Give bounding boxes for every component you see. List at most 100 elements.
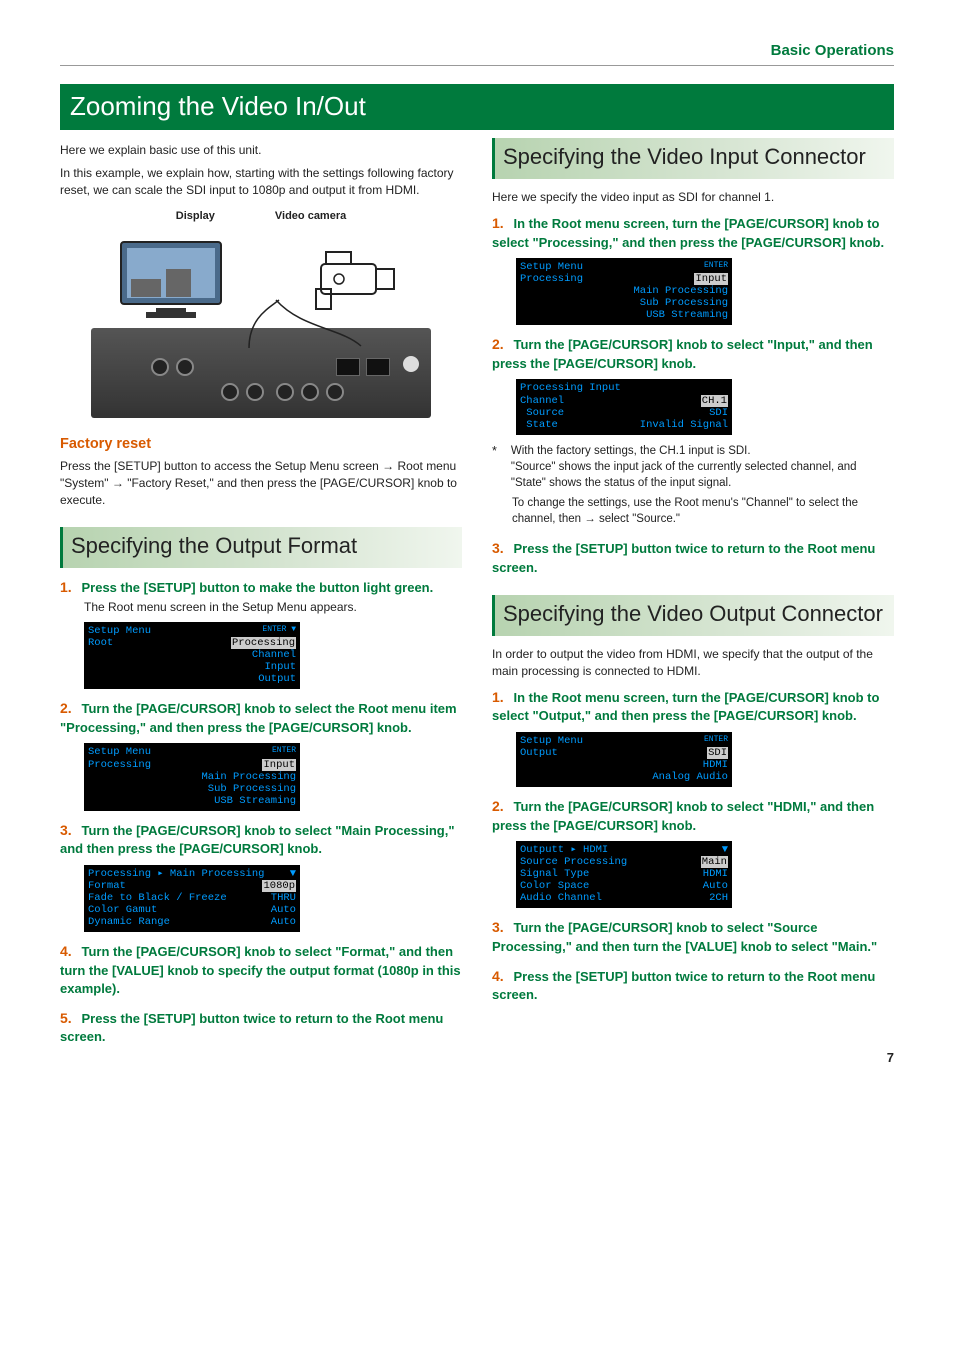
step-heading: Press the [SETUP] button twice to return… — [492, 541, 875, 575]
arrow-icon: → — [382, 459, 394, 473]
menu-enter: ENTER — [704, 261, 728, 273]
menu-screenshot-root: Setup MenuENTER ▼RootProcessingChannelIn… — [84, 622, 300, 689]
page-title: Zooming the Video In/Out — [60, 84, 894, 130]
step-heading: Press the [SETUP] button twice to return… — [492, 969, 875, 1003]
menu-arrow: ▼ — [290, 868, 296, 880]
menu-item: Main Processing — [633, 285, 728, 297]
display-label: Display — [176, 209, 215, 224]
step-number: 1. — [60, 578, 78, 598]
menu-item: Channel — [252, 649, 296, 661]
step-number: 3. — [492, 918, 510, 938]
menu-arrow: ▼ — [722, 844, 728, 856]
menu-left: Processing — [88, 759, 151, 771]
list-item: 4. Press the [SETUP] button twice to ret… — [492, 967, 894, 1005]
menu-screenshot-processing: Setup MenuENTERProcessingInputMain Proce… — [84, 743, 300, 810]
menu-item: Processing — [231, 637, 296, 649]
step-heading: Press the [SETUP] button twice to return… — [60, 1011, 443, 1045]
menu-item: Main Processing — [201, 771, 296, 783]
page-number: 7 — [887, 1049, 894, 1067]
menu-item: USB Streaming — [646, 309, 728, 321]
menu-title: Setup Menu — [520, 261, 583, 273]
step-number: 1. — [492, 688, 510, 708]
menu-key: Source Processing — [520, 856, 627, 868]
section-header: Basic Operations — [60, 40, 894, 66]
menu-item: USB Streaming — [214, 795, 296, 807]
arrow-icon: → — [112, 476, 124, 490]
menu-val: Auto — [271, 904, 296, 916]
device-rear-panel — [91, 328, 431, 418]
step-number: 3. — [60, 821, 78, 841]
menu-val: Auto — [703, 880, 728, 892]
menu-enter: ENTER — [272, 746, 296, 758]
menu-key: State — [520, 419, 558, 431]
menu-key: Audio Channel — [520, 892, 602, 904]
list-item: 2. Turn the [PAGE/CURSOR] knob to select… — [492, 797, 894, 908]
menu-val: Main — [701, 856, 728, 868]
menu-item: Analog Audio — [652, 771, 728, 783]
output-format-heading: Specifying the Output Format — [60, 527, 462, 568]
fr-text-a: Press the [SETUP] button to access the S… — [60, 459, 382, 473]
list-item: 5. Press the [SETUP] button twice to ret… — [60, 1009, 462, 1047]
menu-val: 1080p — [262, 880, 296, 892]
menu-item: SDI — [707, 747, 728, 759]
note-text: "Source" shows the input jack of the cur… — [511, 461, 857, 489]
output-connector-intro: In order to output the video from HDMI, … — [492, 646, 894, 680]
arrow-icon: → — [584, 513, 596, 525]
menu-screenshot-proc-input: Processing InputChannelCH.1 SourceSDI St… — [516, 379, 732, 434]
step-heading: Turn the [PAGE/CURSOR] knob to select "M… — [60, 823, 455, 857]
list-item: 3. Turn the [PAGE/CURSOR] knob to select… — [60, 821, 462, 932]
menu-title: Processing ▸ Main Processing — [88, 868, 264, 880]
list-item: 2. Turn the [PAGE/CURSOR] knob to select… — [60, 699, 462, 810]
input-connector-heading: Specifying the Video Input Connector — [492, 138, 894, 179]
menu-val: HDMI — [703, 868, 728, 880]
step-heading: Turn the [PAGE/CURSOR] knob to select "I… — [492, 337, 873, 371]
camera-label: Video camera — [275, 209, 346, 224]
diagram-labels: Display Video camera — [60, 209, 462, 224]
menu-screenshot-main-processing: Processing ▸ Main Processing▼Format1080p… — [84, 865, 300, 932]
step-body: The Root menu screen in the Setup Menu a… — [84, 599, 462, 616]
list-item: 4. Turn the [PAGE/CURSOR] knob to select… — [60, 942, 462, 999]
list-item: 2. Turn the [PAGE/CURSOR] knob to select… — [492, 335, 894, 527]
menu-left: Processing — [520, 273, 583, 285]
right-column: Specifying the Video Input Connector Her… — [492, 138, 894, 1056]
step-heading: Turn the [PAGE/CURSOR] knob to select "H… — [492, 799, 874, 833]
output-connector-heading: Specifying the Video Output Connector — [492, 595, 894, 636]
step-heading: Press the [SETUP] button to make the but… — [81, 580, 433, 595]
menu-title: Setup Menu — [520, 735, 583, 747]
menu-val: THRU — [271, 892, 296, 904]
menu-key: Signal Type — [520, 868, 589, 880]
menu-key: Source — [520, 407, 564, 419]
intro-p1: Here we explain basic use of this unit. — [60, 142, 462, 159]
menu-key: Channel — [520, 395, 564, 407]
factory-reset-body: Press the [SETUP] button to access the S… — [60, 458, 462, 508]
intro-p2: In this example, we explain how, startin… — [60, 165, 462, 199]
note: * With the factory settings, the CH.1 in… — [492, 443, 894, 491]
menu-item: HDMI — [703, 759, 728, 771]
step-heading: Turn the [PAGE/CURSOR] knob to select "F… — [60, 944, 461, 996]
note-text: To change the settings, use the Root men… — [512, 497, 858, 525]
asterisk-icon: * — [492, 443, 497, 491]
menu-item: Input — [262, 759, 296, 771]
menu-left: Output — [520, 747, 558, 759]
menu-key: Dynamic Range — [88, 916, 170, 928]
note-text: select "Source." — [596, 513, 680, 525]
menu-val: Invalid Signal — [640, 419, 728, 431]
menu-key: Fade to Black / Freeze — [88, 892, 227, 904]
step-heading: Turn the [PAGE/CURSOR] knob to select "S… — [492, 920, 877, 954]
step-number: 2. — [492, 797, 510, 817]
step-number: 1. — [492, 214, 510, 234]
list-item: 1. In the Root menu screen, turn the [PA… — [492, 688, 894, 787]
menu-val: Auto — [271, 916, 296, 928]
menu-item: Sub Processing — [640, 297, 728, 309]
menu-title: Setup Menu — [88, 625, 151, 637]
input-connector-steps: 1. In the Root menu screen, turn the [PA… — [492, 214, 894, 577]
step-number: 3. — [492, 539, 510, 559]
menu-title: Processing Input — [520, 382, 621, 394]
output-format-steps: 1. Press the [SETUP] button to make the … — [60, 578, 462, 1047]
step-number: 4. — [60, 942, 78, 962]
display-icon — [111, 234, 231, 324]
menu-left: Root — [88, 637, 113, 649]
step-heading: Turn the [PAGE/CURSOR] knob to select th… — [60, 701, 457, 735]
step-heading: In the Root menu screen, turn the [PAGE/… — [492, 216, 884, 250]
step-number: 4. — [492, 967, 510, 987]
